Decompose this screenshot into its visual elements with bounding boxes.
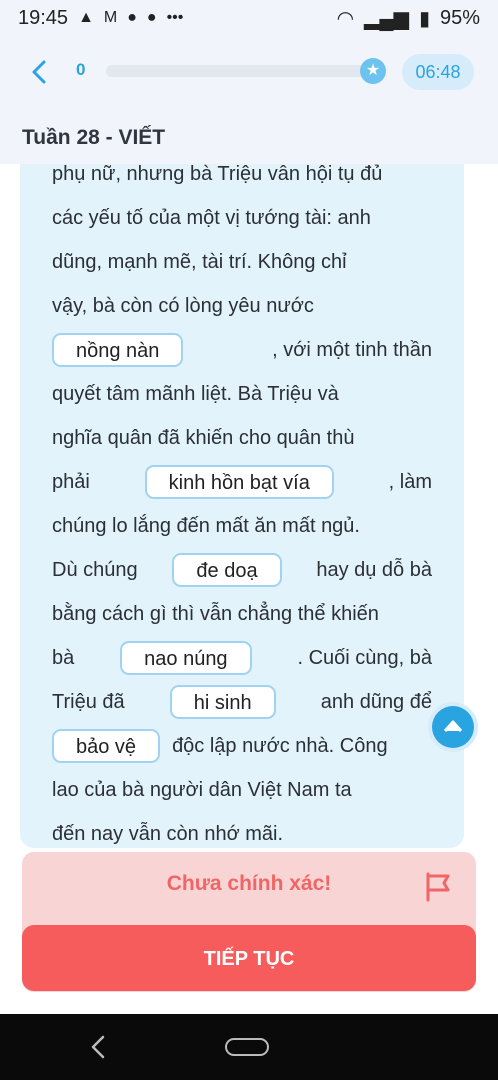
status-right: ◠ ▂▄▆ ▮ 95% <box>337 6 480 31</box>
timer: 06:48 <box>402 54 474 90</box>
passage-line: vậy, bà còn có lòng yêu nước <box>52 295 314 317</box>
status-left: 19:45 ▲ M ● ● ••• <box>18 7 183 30</box>
chat-bubble-icon: ● <box>127 9 137 26</box>
passage-fragment: . Cuối cùng, bà <box>297 647 432 669</box>
passage-line: nồng nàn , với một tinh thần <box>52 328 432 372</box>
passage-fragment: , với một tinh thần <box>272 339 432 361</box>
passage-line: bảo vệ độc lập nước nhà. Công <box>52 724 432 768</box>
passage-fragment: Triệu đã <box>52 691 125 713</box>
nav-back-icon[interactable] <box>86 1034 110 1060</box>
answer-chip[interactable]: kinh hồn bạt vía <box>144 465 334 499</box>
passage-line: Triệu đã hi sinh anh dũng để <box>52 680 432 724</box>
page-title: Tuần 28 - VIẾT <box>22 126 166 149</box>
back-button[interactable] <box>24 56 56 88</box>
chevron-left-icon <box>32 60 46 84</box>
scroll-up-button[interactable] <box>432 706 474 748</box>
progress-count: 0 <box>76 60 86 79</box>
nav-home-button[interactable] <box>225 1038 269 1056</box>
answer-chip[interactable]: nao núng <box>120 641 252 675</box>
signal-icon: ▂▄▆ <box>364 7 409 30</box>
passage-fragment: , làm <box>388 471 432 493</box>
passage-fragment: độc lập nước nhà. Công <box>172 735 388 757</box>
passage-text: phụ nữ, nhưng bà Triệu vẫn hội tụ đủ các… <box>52 164 432 848</box>
warning-icon: ▲ <box>78 9 94 26</box>
passage-card: phụ nữ, nhưng bà Triệu vẫn hội tụ đủ các… <box>20 164 464 848</box>
gmail-icon: M <box>103 9 118 26</box>
chat-bubble-icon: ● <box>146 9 157 26</box>
more-dots-icon: ••• <box>166 9 184 26</box>
lesson-header: 0 ★ 06:48 Tuần 28 - VIẾT <box>0 36 498 164</box>
passage-line: quyết tâm mãnh liệt. Bà Triệu và <box>52 383 339 405</box>
passage-line: chúng lo lắng đến mất ăn mất ngủ. <box>52 515 360 537</box>
passage-line: các yếu tố của một vị tướng tài: anh <box>52 207 371 229</box>
passage-fragment: anh dũng để <box>320 691 432 713</box>
passage-line: bà nao núng . Cuối cùng, bà <box>52 636 432 680</box>
passage-line: Dù chúng đe doạ hay dụ dỗ bà <box>52 548 432 592</box>
passage-line: nghĩa quân đã khiến cho quân thù <box>52 427 355 449</box>
passage-line: lao của bà người dân Việt Nam ta <box>52 779 352 801</box>
passage-fragment: bà <box>52 647 75 669</box>
continue-button[interactable]: TIẾP TỤC <box>22 925 476 991</box>
chevron-up-icon <box>443 720 463 732</box>
answer-chip[interactable]: đe doạ <box>172 553 282 587</box>
battery-icon: ▮ <box>418 7 430 30</box>
answer-chip[interactable]: hi sinh <box>169 685 276 719</box>
passage-line: đến nay vẫn còn nhớ mãi. <box>52 823 284 845</box>
flag-icon[interactable] <box>424 872 452 902</box>
passage-fragment: phải <box>52 471 90 493</box>
passage-line: bằng cách gì thì vẫn chẳng thể khiến <box>52 603 379 625</box>
status-bar: 19:45 ▲ M ● ● ••• ◠ ▂▄▆ ▮ 95% <box>0 0 498 36</box>
answer-chip[interactable]: nồng nàn <box>52 333 184 367</box>
passage-line: phải kinh hồn bạt vía , làm <box>52 460 432 504</box>
progress-bar <box>106 65 372 77</box>
passage-line: dũng, mạnh mẽ, tài trí. Không chỉ <box>52 251 347 273</box>
star-icon: ★ <box>360 58 386 84</box>
passage-fragment: hay dụ dỗ bà <box>316 559 432 581</box>
system-nav-bar <box>0 1014 498 1080</box>
battery-percent: 95% <box>439 6 480 29</box>
wifi-icon: ◠ <box>336 7 355 30</box>
passage-fragment: Dù chúng <box>52 559 138 581</box>
status-time: 19:45 <box>18 6 69 29</box>
passage-line: phụ nữ, nhưng bà Triệu vẫn hội tụ đủ <box>52 164 383 185</box>
answer-chip[interactable]: bảo vệ <box>52 729 161 763</box>
feedback-message: Chưa chính xác! <box>166 872 332 895</box>
